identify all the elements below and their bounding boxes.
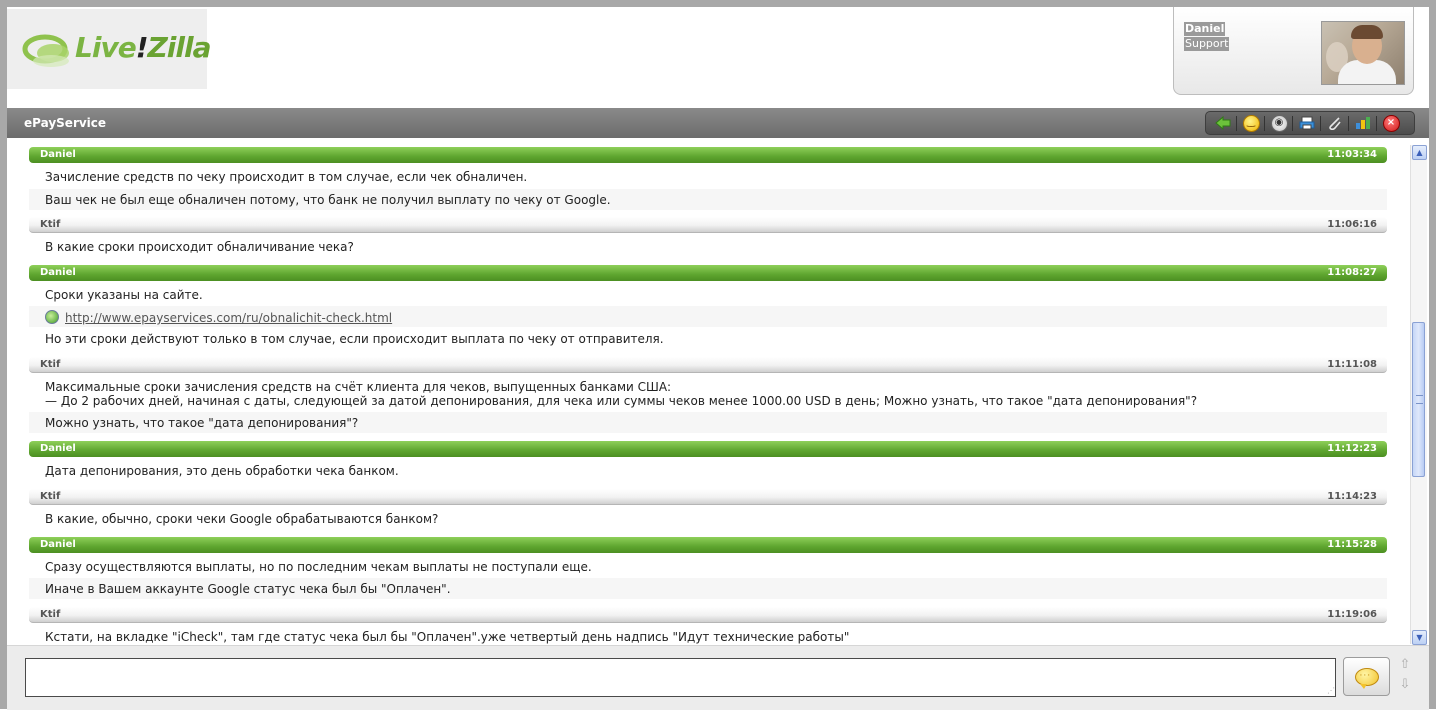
logo-swirl-icon — [22, 34, 69, 67]
message-header-operator: Daniel 11:08:27 — [29, 265, 1387, 281]
message-line: Зачисление средств по чеку происходит в … — [45, 170, 528, 184]
message-input[interactable] — [25, 658, 1336, 697]
message-author: Daniel — [40, 539, 76, 550]
message-header-visitor: Ktif 11:19:06 — [29, 607, 1387, 623]
operator-role: Support — [1184, 37, 1230, 51]
livezilla-logo: Live!Zilla — [7, 9, 211, 89]
message-line: Максимальные сроки зачисления средств на… — [45, 380, 672, 394]
message-time: 11:14:23 — [1327, 491, 1377, 502]
chat-title: ePayService — [24, 116, 107, 130]
message-author: Daniel — [40, 149, 76, 160]
print-icon[interactable] — [1298, 115, 1316, 131]
message-time: 11:11:08 — [1327, 359, 1377, 370]
message-header-operator: Daniel 11:12:23 — [29, 441, 1387, 457]
back-arrow-icon[interactable] — [1214, 115, 1232, 131]
close-icon[interactable]: × — [1382, 114, 1400, 132]
history-up-icon[interactable]: ⇧ — [1399, 658, 1411, 672]
message-author: Ktif — [40, 491, 61, 502]
send-button[interactable]: ··· — [1343, 657, 1390, 696]
message-line: Но эти сроки действуют только в том случ… — [45, 332, 664, 346]
message-author: Ktif — [40, 219, 61, 230]
speech-bubble-icon: ··· — [1354, 667, 1379, 689]
message-line: Иначе в Вашем аккаунте Google статус чек… — [29, 578, 1387, 599]
message-author: Ktif — [40, 609, 61, 620]
logo-text: Live!Zilla — [75, 31, 211, 64]
message-author: Ktif — [40, 359, 61, 370]
logo-zilla: Zilla — [147, 31, 211, 64]
chat-scrollbar[interactable]: ▲ ▼ — [1410, 145, 1427, 645]
message-author: Daniel — [40, 443, 76, 454]
message-time: 11:08:27 — [1327, 267, 1377, 278]
operator-name: Daniel — [1184, 22, 1226, 36]
link-globe-icon — [45, 310, 59, 324]
smiley-icon[interactable]: ‿ — [1242, 114, 1260, 132]
chat-toolbar: ‿ ◉ × — [1205, 111, 1415, 135]
attach-icon[interactable] — [1326, 115, 1344, 131]
message-header-visitor: Ktif 11:11:08 — [29, 357, 1387, 373]
scroll-thumb[interactable] — [1412, 322, 1425, 477]
history-down-icon[interactable]: ⇩ — [1399, 678, 1411, 692]
message-link-row: http://www.epayservices.com/ru/obnalichi… — [29, 306, 1387, 327]
message-line: — До 2 рабочих дней, начиная с даты, сле… — [45, 394, 1198, 408]
logo-exclamation: ! — [135, 31, 149, 64]
message-compose-bar: ⋰ ··· ⇧ ⇩ — [7, 645, 1429, 710]
message-header-visitor: Ktif 11:06:16 — [29, 217, 1387, 233]
message-line: В какие сроки происходит обналичивание ч… — [45, 240, 354, 254]
operator-card: Daniel Support — [1173, 7, 1414, 95]
message-time: 11:19:06 — [1327, 609, 1377, 620]
message-time: 11:12:23 — [1327, 443, 1377, 454]
message-line: Ваш чек не был еще обналичен потому, что… — [29, 189, 1387, 210]
logo-live: Live — [75, 31, 137, 64]
message-header-operator: Daniel 11:15:28 — [29, 537, 1387, 553]
chat-titlebar: ePayService ‿ ◉ × — [7, 108, 1429, 138]
message-header-visitor: Ktif 11:14:23 — [29, 489, 1387, 505]
message-time: 11:06:16 — [1327, 219, 1377, 230]
message-header-operator: Daniel 11:03:34 — [29, 147, 1387, 163]
message-time: 11:03:34 — [1327, 149, 1377, 160]
rating-icon[interactable] — [1354, 115, 1372, 131]
message-line: Сразу осуществляются выплаты, но по посл… — [45, 560, 592, 574]
sound-icon[interactable]: ◉ — [1270, 114, 1288, 132]
message-line: Кстати, на вкладке "iCheck", там где ста… — [45, 630, 850, 644]
scroll-up-button[interactable]: ▲ — [1412, 145, 1427, 160]
operator-avatar — [1321, 21, 1405, 85]
message-author: Daniel — [40, 267, 76, 278]
scroll-down-button[interactable]: ▼ — [1412, 630, 1427, 645]
message-line: Сроки указаны на сайте. — [45, 288, 203, 302]
message-line: Дата депонирования, это день обработки ч… — [45, 464, 399, 478]
message-line: Можно узнать, что такое "дата депонирова… — [29, 412, 1387, 433]
chat-transcript: Daniel 11:03:34 Зачисление средств по че… — [7, 138, 1410, 645]
message-time: 11:15:28 — [1327, 539, 1377, 550]
message-line: В какие, обычно, сроки чеки Google обраб… — [45, 512, 439, 526]
message-link[interactable]: http://www.epayservices.com/ru/obnalichi… — [65, 311, 392, 325]
